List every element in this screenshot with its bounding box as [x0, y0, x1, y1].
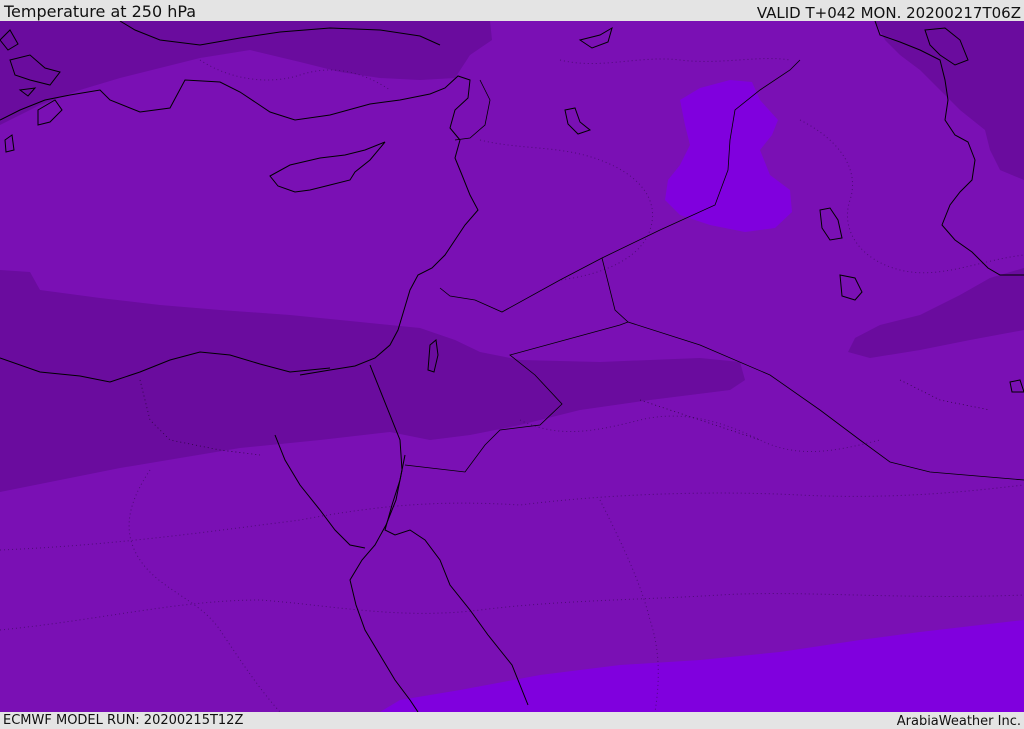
map-title: Temperature at 250 hPa [4, 2, 197, 21]
map-canvas[interactable] [0, 21, 1024, 712]
header-bar: Temperature at 250 hPa VALID T+042 MON. … [0, 0, 1024, 22]
model-run-label: ECMWF MODEL RUN: 20200215T12Z [3, 713, 244, 728]
footer-bar: ECMWF MODEL RUN: 20200215T12Z ArabiaWeat… [0, 712, 1024, 729]
valid-time: VALID T+042 MON. 20200217T06Z [756, 4, 1021, 22]
credit-label: ArabiaWeather Inc. [896, 714, 1021, 729]
map-svg [0, 21, 1024, 712]
